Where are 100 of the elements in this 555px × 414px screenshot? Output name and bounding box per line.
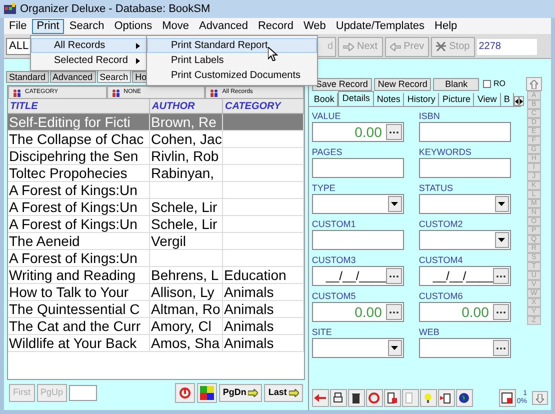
document-icon[interactable] — [384, 389, 401, 407]
nav-button[interactable]: Last — [264, 384, 303, 402]
number-field[interactable]: 0.00 — [418, 302, 511, 322]
input-field[interactable] — [418, 158, 511, 178]
menu-entry[interactable]: Print Labels — [147, 53, 317, 68]
ellipsis-button[interactable] — [492, 340, 509, 356]
table-row[interactable]: The Aeneid Vergil — [8, 233, 304, 250]
column-header[interactable]: CATEGORY — [223, 99, 304, 113]
document-icon[interactable] — [438, 389, 455, 407]
table-row[interactable]: The Collapse of Chac Cohen, Jac — [8, 131, 304, 148]
detail-tab[interactable]: Notes — [374, 93, 404, 106]
trash-icon[interactable] — [348, 389, 365, 407]
table-row[interactable]: The Cat and the Curr Amory, Cl Animals — [8, 318, 304, 335]
table-cell: Cohen, Jac — [150, 131, 223, 147]
table-row[interactable]: Self-Editing for Ficti Brown, Re — [8, 114, 304, 131]
field-label: VALUE — [312, 110, 342, 122]
detail-tab[interactable]: Details — [338, 91, 374, 106]
field-label: ISBN — [418, 110, 441, 122]
menu-item[interactable]: Move — [157, 18, 194, 34]
menu-item[interactable]: File — [4, 18, 32, 34]
table-cell: Schele, Lir — [150, 199, 223, 215]
table-row[interactable]: A Forest of Kings:Un — [8, 182, 304, 199]
input-field[interactable] — [312, 158, 404, 178]
column-header[interactable]: AUTHOR — [150, 99, 223, 113]
dropdown-field[interactable] — [312, 338, 404, 358]
table-row[interactable]: A Forest of Kings:Un Schele, Lir — [8, 216, 304, 233]
table-cell: The Cat and the Curr — [8, 318, 150, 334]
number-field[interactable]: 0.00 — [312, 122, 404, 142]
ellipsis-icon — [388, 310, 399, 314]
ellipsis-button[interactable] — [386, 124, 402, 140]
dropdown-field[interactable] — [418, 230, 511, 250]
menu-item[interactable]: Web — [298, 18, 331, 34]
ellipsis-icon — [496, 274, 506, 278]
ellipsis-button[interactable] — [492, 268, 509, 284]
table-cell: A Forest of Kings:Un — [8, 216, 150, 232]
input-field[interactable] — [418, 122, 511, 142]
detail-tab[interactable]: History — [404, 93, 440, 106]
mode-tab[interactable]: Search — [96, 70, 132, 83]
menu-item[interactable]: Record — [252, 18, 298, 34]
scroll-down-button[interactable] — [532, 391, 548, 405]
menu-item[interactable]: Advanced — [194, 18, 253, 34]
app-icon — [4, 3, 16, 15]
record-number-field[interactable]: 2278 — [476, 38, 537, 54]
table-cell: Animals — [223, 335, 304, 351]
table-cell: Wildlife at Your Back — [8, 335, 150, 351]
input-field[interactable] — [312, 230, 404, 250]
scroll-up-button[interactable] — [526, 77, 542, 91]
table-row[interactable]: A Forest of Kings:Un — [8, 250, 304, 267]
detail-tab[interactable]: Picture — [439, 93, 474, 106]
menu-entry[interactable]: Print Standard Report — [147, 38, 317, 53]
ro-checkbox[interactable] — [483, 80, 492, 88]
page-field[interactable] — [69, 385, 98, 401]
table-row[interactable]: How to Talk to Your Allison, Ly Animals — [8, 284, 304, 301]
table-cell: Rivlin, Rob — [150, 148, 223, 164]
table-cell: Writing and Reading — [8, 267, 150, 283]
printer-icon[interactable] — [330, 389, 347, 407]
tab-scroll-left-button[interactable] — [514, 96, 519, 106]
dropdown-button[interactable] — [494, 232, 509, 248]
menu-item[interactable]: Print — [32, 18, 64, 34]
field-value: 0.00 — [462, 302, 489, 322]
menu-item[interactable]: Help — [430, 18, 462, 34]
dropdown-field[interactable] — [312, 194, 404, 214]
record-action-button[interactable]: New Record — [374, 78, 432, 90]
globe-icon[interactable] — [456, 389, 473, 407]
mode-tab[interactable]: Advanced — [50, 71, 96, 83]
tab-scroll-right-button[interactable] — [518, 96, 524, 106]
date-field[interactable]: __/__/____ — [418, 266, 511, 286]
table-row[interactable]: The Quintessential C Altman, Ro Animals — [8, 301, 304, 318]
table-row[interactable]: A Forest of Kings:Un Schele, Lir — [8, 199, 304, 216]
table-row[interactable]: Writing and Reading Behrens, L Education — [8, 267, 304, 284]
dropdown-button[interactable] — [388, 340, 402, 356]
date-field[interactable]: __/__/____ — [312, 266, 404, 286]
table-cell: Altman, Ro — [150, 301, 223, 317]
number-field[interactable]: 0.00 — [312, 302, 404, 322]
table-cell: Allison, Ly — [150, 284, 223, 300]
menu-item[interactable]: Options — [109, 18, 158, 34]
link-field[interactable] — [418, 338, 511, 358]
ellipsis-button[interactable] — [386, 304, 402, 320]
nav-button[interactable]: PgDn — [218, 384, 262, 402]
dropdown-button[interactable] — [388, 196, 402, 212]
back-icon[interactable] — [312, 389, 329, 407]
dropdown-field[interactable] — [418, 194, 511, 214]
menu-item[interactable]: Search — [64, 18, 110, 34]
record-action-button[interactable]: Blank — [433, 78, 480, 90]
mode-tab[interactable]: Standard — [6, 71, 49, 83]
column-header[interactable]: TITLE — [8, 99, 150, 113]
ellipsis-button[interactable] — [492, 304, 509, 320]
table-row[interactable]: Wildlife at Your Back Amos, Sha Animals — [8, 335, 304, 352]
menu-entry[interactable]: Selected Record — [31, 53, 147, 68]
grid-button[interactable] — [196, 383, 217, 403]
dropdown-button[interactable] — [494, 196, 509, 212]
field-label: KEYWORDS — [418, 146, 472, 158]
menu-entry[interactable]: All Records — [31, 38, 147, 53]
menu-item[interactable]: Update/Templates — [330, 18, 430, 34]
table-row[interactable]: Discipehring the Sen Rivlin, Rob — [8, 148, 304, 165]
ellipsis-button[interactable] — [386, 268, 402, 284]
field-label: STATUS — [418, 182, 454, 194]
table-row[interactable]: Toltec Propohecies Rabinyan, — [8, 165, 304, 182]
detail-tab[interactable]: View — [474, 93, 501, 106]
table-cell: A Forest of Kings:Un — [8, 182, 150, 198]
